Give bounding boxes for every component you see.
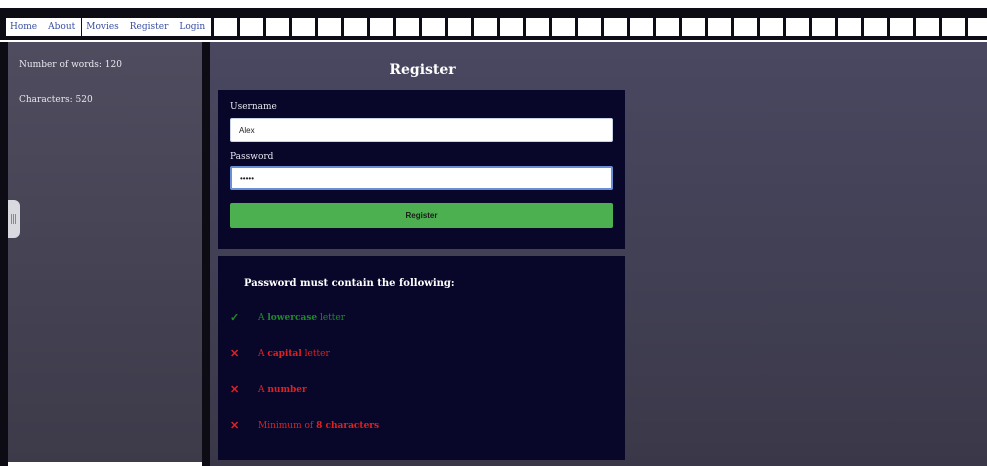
word-count: Number of words: 120 bbox=[19, 60, 122, 70]
sidebar: Number of words: 120 Characters: 520 bbox=[8, 42, 202, 462]
password-label: Password bbox=[230, 152, 274, 162]
left-border bbox=[0, 42, 8, 466]
film-frame bbox=[682, 18, 705, 36]
film-frame bbox=[890, 18, 913, 36]
requirement-text: A number bbox=[258, 384, 307, 395]
register-form: Username Password Register bbox=[218, 90, 625, 249]
film-frame bbox=[968, 18, 987, 36]
film-frame bbox=[656, 18, 679, 36]
film-frame bbox=[552, 18, 575, 36]
page-title: Register bbox=[389, 62, 456, 78]
film-frame bbox=[760, 18, 783, 36]
film-frame bbox=[292, 18, 315, 36]
film-frame bbox=[526, 18, 549, 36]
film-frame bbox=[786, 18, 809, 36]
column-divider bbox=[202, 42, 210, 466]
film-frame bbox=[318, 18, 341, 36]
nav-link-register[interactable]: Register bbox=[125, 18, 173, 36]
film-frame bbox=[708, 18, 731, 36]
requirement-text: A lowercase letter bbox=[258, 312, 346, 323]
film-frame bbox=[344, 18, 367, 36]
film-frame bbox=[838, 18, 861, 36]
film-frame bbox=[474, 18, 497, 36]
requirement-text: A capital letter bbox=[258, 348, 330, 359]
cross-icon: ✕ bbox=[230, 419, 240, 432]
film-frame bbox=[266, 18, 289, 36]
film-frame bbox=[578, 18, 601, 36]
character-count: Characters: 520 bbox=[19, 95, 93, 105]
cross-icon: ✕ bbox=[230, 347, 240, 360]
film-frame bbox=[864, 18, 887, 36]
main-content: Register Username Password Register Pass… bbox=[210, 42, 987, 466]
film-frame bbox=[812, 18, 835, 36]
film-frame bbox=[916, 18, 939, 36]
nav-link-movies[interactable]: Movies bbox=[82, 18, 123, 36]
requirements-title: Password must contain the following: bbox=[244, 278, 455, 289]
requirement-min-length: ✕ Minimum of 8 characters bbox=[230, 419, 379, 432]
cross-icon: ✕ bbox=[230, 383, 240, 396]
film-frame bbox=[448, 18, 471, 36]
film-frame bbox=[396, 18, 419, 36]
nav-link-login[interactable]: Login bbox=[175, 18, 210, 36]
film-frame bbox=[240, 18, 263, 36]
film-frame bbox=[370, 18, 393, 36]
requirement-number: ✕ A number bbox=[230, 383, 307, 396]
requirement-lowercase: ✓ A lowercase letter bbox=[230, 311, 345, 324]
film-frame bbox=[630, 18, 653, 36]
sidebar-resize-handle[interactable] bbox=[8, 200, 20, 238]
register-button[interactable]: Register bbox=[230, 203, 613, 228]
film-frame bbox=[734, 18, 757, 36]
film-frame bbox=[942, 18, 965, 36]
nav-link-home[interactable]: Home bbox=[6, 18, 42, 36]
requirement-text: Minimum of 8 characters bbox=[258, 420, 380, 431]
nav-menu: Home About Movies Register Login bbox=[6, 18, 210, 36]
film-frame bbox=[604, 18, 627, 36]
password-input[interactable] bbox=[230, 166, 613, 190]
film-frame bbox=[422, 18, 445, 36]
check-icon: ✓ bbox=[230, 311, 240, 324]
nav-link-about[interactable]: About bbox=[44, 18, 80, 36]
top-navigation-bar: Home About Movies Register Login bbox=[0, 0, 987, 42]
username-input[interactable] bbox=[230, 118, 613, 142]
film-frame bbox=[500, 18, 523, 36]
username-label: Username bbox=[230, 102, 277, 112]
film-frame bbox=[214, 18, 237, 36]
requirement-capital: ✕ A capital letter bbox=[230, 347, 330, 360]
password-requirements: Password must contain the following: ✓ A… bbox=[218, 256, 625, 460]
